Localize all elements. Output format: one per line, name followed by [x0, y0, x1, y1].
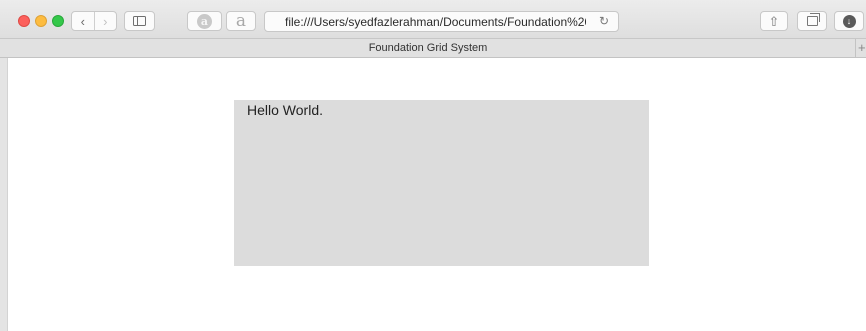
share-icon: ⇧ — [768, 13, 780, 29]
download-icon: ↓ — [842, 14, 856, 28]
favorite-site-button-1[interactable]: a — [187, 11, 222, 31]
browser-window: ‹ › a a file:///Users/syedfazlerahman/Do… — [0, 0, 866, 331]
forward-button[interactable]: › — [94, 12, 116, 30]
tab-foundation-grid-system[interactable]: Foundation Grid System — [0, 39, 856, 58]
maximize-window-icon[interactable] — [52, 15, 64, 27]
favorite-site-button-2[interactable]: a — [226, 11, 256, 31]
share-button[interactable]: ⇧ — [760, 11, 788, 31]
browser-toolbar: ‹ › a a file:///Users/syedfazlerahman/Do… — [0, 0, 866, 39]
minimize-window-icon[interactable] — [35, 15, 47, 27]
grid-panel: Hello World. — [234, 100, 649, 266]
chevron-right-icon: › — [103, 13, 108, 29]
new-tab-button[interactable]: + — [855, 39, 866, 58]
navigation-buttons: ‹ › — [71, 11, 117, 31]
close-window-icon[interactable] — [18, 15, 30, 27]
tab-bar: Foundation Grid System + — [0, 39, 866, 58]
page-content: Hello World. — [0, 58, 866, 331]
window-left-edge — [0, 58, 8, 331]
downloads-button[interactable]: ↓ — [834, 11, 864, 31]
chevron-left-icon: ‹ — [80, 13, 85, 29]
sidebar-icon — [133, 16, 146, 26]
show-sidebar-button[interactable] — [124, 11, 155, 31]
show-all-tabs-button[interactable] — [797, 11, 827, 31]
back-button[interactable]: ‹ — [72, 12, 94, 30]
reload-icon[interactable]: ↻ — [599, 14, 609, 28]
hello-world-text: Hello World. — [247, 102, 323, 118]
address-bar[interactable]: file:///Users/syedfazlerahman/Documents/… — [264, 11, 619, 32]
amazon-favicon-icon: a — [235, 10, 247, 31]
address-url[interactable]: file:///Users/syedfazlerahman/Documents/… — [285, 15, 586, 29]
site-favicon-icon: a — [197, 13, 212, 29]
tab-overview-icon — [806, 13, 820, 26]
